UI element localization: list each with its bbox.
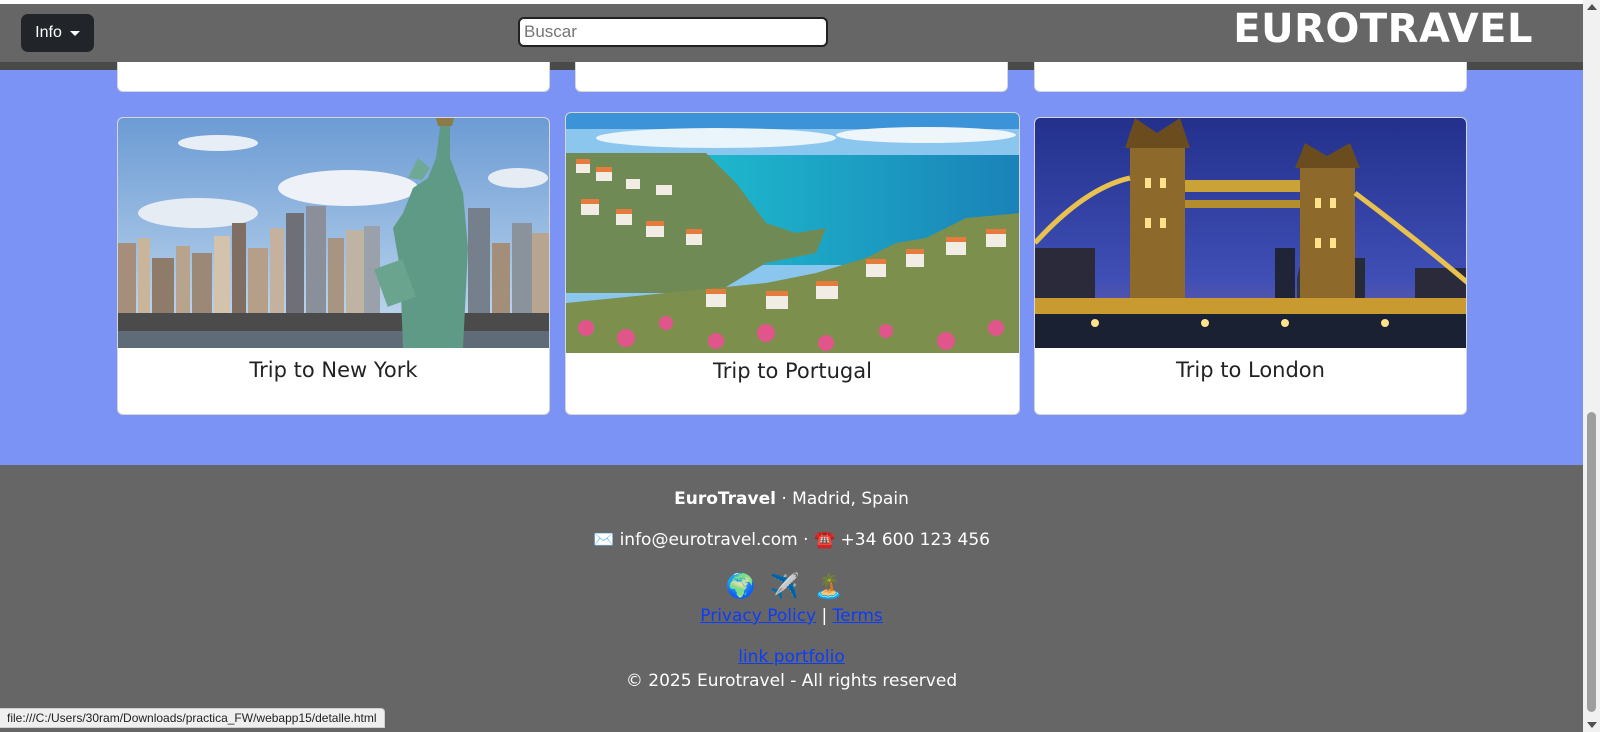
footer-phone: +34 600 123 456: [840, 530, 990, 550]
london-image: [1035, 118, 1466, 348]
browser-status-url: file:///C:/Users/30ram/Downloads/practic…: [0, 708, 385, 728]
scroll-down-arrow-icon[interactable]: [1587, 722, 1597, 728]
scroll-up-arrow-icon[interactable]: [1587, 4, 1597, 10]
airplane-icon[interactable]: ✈️: [770, 572, 814, 600]
card-title: Trip to London: [1176, 358, 1325, 382]
card-previous-bottom[interactable]: [117, 62, 550, 92]
footer-contact-line: ✉️ info@eurotravel.com · ☎️ +34 600 123 …: [0, 530, 1583, 550]
footer-separator: ·: [797, 530, 814, 550]
footer-company-line: EuroTravel · Madrid, Spain: [0, 489, 1583, 509]
vertical-scrollbar[interactable]: [1583, 0, 1600, 732]
scrollbar-thumb[interactable]: [1587, 412, 1596, 712]
phone-icon: ☎️: [813, 530, 836, 550]
globe-icon[interactable]: 🌍: [726, 572, 770, 600]
footer-pipe: |: [816, 606, 833, 626]
footer-portfolio: link portfolio: [0, 647, 1583, 667]
footer-legal-links: Privacy Policy | Terms: [0, 606, 1583, 626]
portugal-image: [566, 113, 1019, 353]
card-london[interactable]: Trip to London: [1034, 117, 1467, 415]
footer-icons: 🌍✈️🏝️: [0, 572, 1583, 600]
terms-link[interactable]: Terms: [833, 606, 883, 626]
privacy-policy-link[interactable]: Privacy Policy: [700, 606, 816, 626]
card-new-york[interactable]: Trip to New York: [117, 117, 550, 415]
search-input[interactable]: [518, 17, 828, 47]
portfolio-link[interactable]: link portfolio: [738, 647, 845, 667]
footer-location: · Madrid, Spain: [775, 489, 909, 509]
footer-company-name: EuroTravel: [674, 489, 776, 509]
mail-icon: ✉️: [593, 530, 615, 550]
info-button-label: Info: [35, 24, 62, 41]
brand-title: EUROTRAVEL: [1233, 6, 1533, 52]
card-previous-bottom[interactable]: [1034, 62, 1467, 92]
info-dropdown-button[interactable]: Info: [21, 14, 94, 52]
card-portugal[interactable]: Trip to Portugal: [565, 112, 1020, 415]
new-york-image: [118, 118, 549, 348]
card-previous-bottom[interactable]: [575, 62, 1008, 92]
card-title: Trip to Portugal: [713, 359, 872, 383]
footer: EuroTravel · Madrid, Spain ✉️ info@eurot…: [0, 465, 1583, 732]
navbar: Info EUROTRAVEL: [0, 4, 1583, 70]
footer-email: info@eurotravel.com: [619, 530, 798, 550]
caret-down-icon: [69, 30, 80, 36]
footer-copyright: © 2025 Eurotravel - All rights reserved: [625, 671, 958, 691]
card-title: Trip to New York: [249, 358, 418, 382]
island-icon[interactable]: 🏝️: [813, 572, 857, 600]
